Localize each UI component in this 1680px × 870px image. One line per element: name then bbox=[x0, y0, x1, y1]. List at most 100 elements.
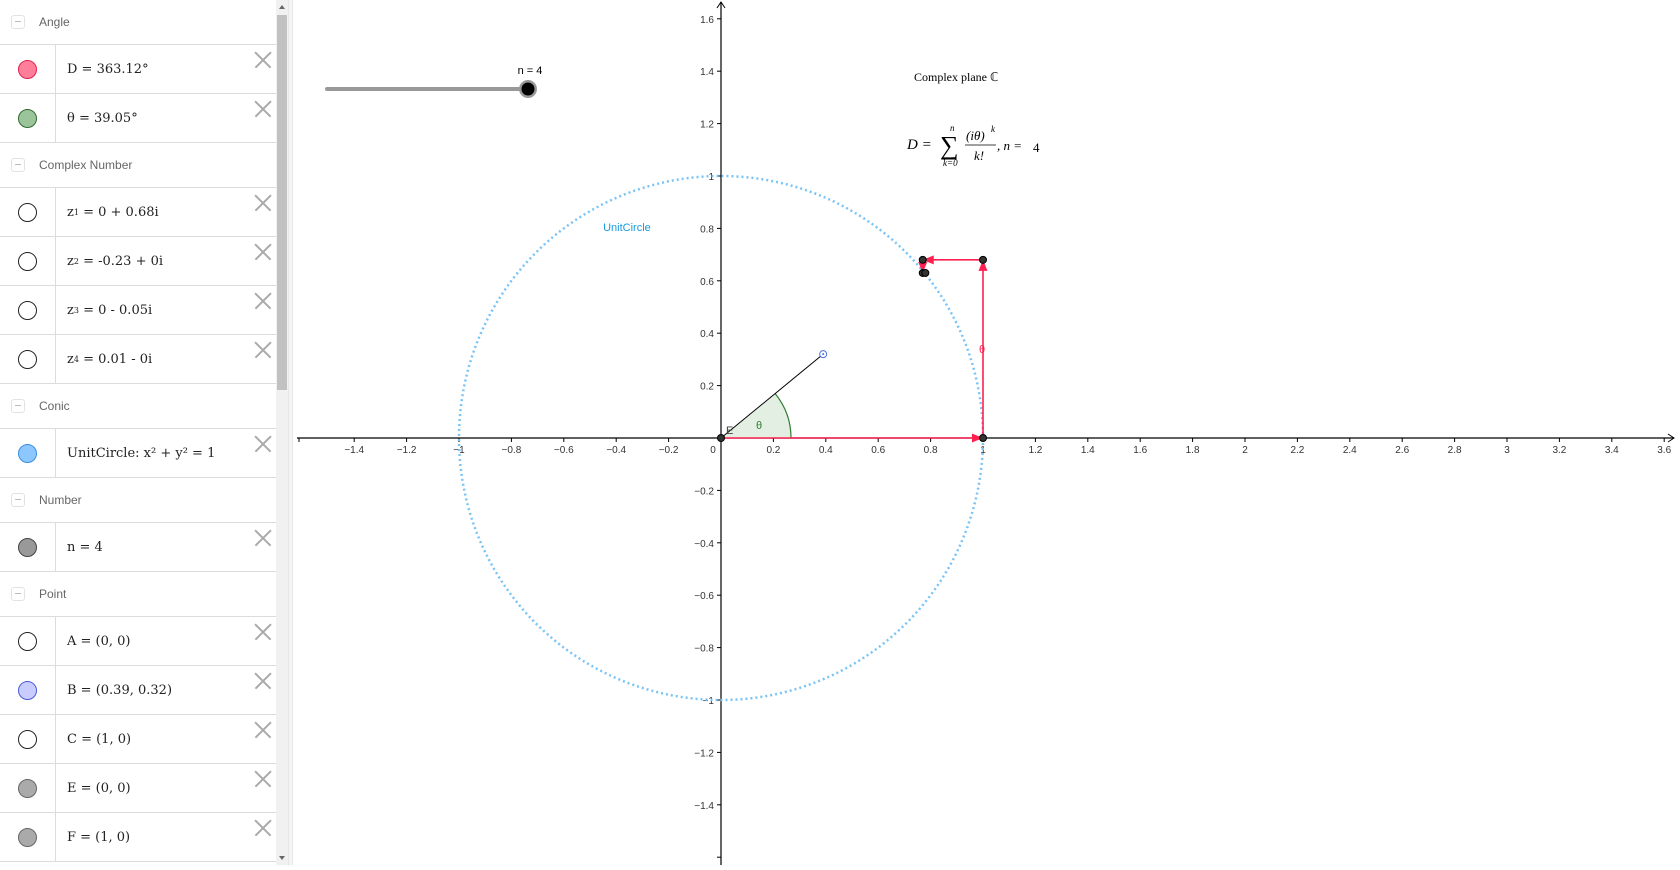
point-z2-end[interactable] bbox=[918, 255, 927, 264]
algebra-item-n[interactable]: n = 4 bbox=[0, 523, 276, 572]
algebra-definition[interactable]: A = (0, 0) bbox=[67, 617, 131, 665]
visibility-marble-icon[interactable] bbox=[18, 300, 37, 320]
algebra-definition[interactable]: z4 = 0.01 - 0i bbox=[67, 335, 152, 383]
delete-icon[interactable] bbox=[254, 243, 272, 261]
algebra-item-A[interactable]: A = (0, 0) bbox=[0, 617, 276, 666]
point-D[interactable] bbox=[921, 268, 930, 277]
visibility-marble-icon[interactable] bbox=[18, 202, 37, 222]
visibility-marble-icon[interactable] bbox=[18, 108, 37, 128]
delete-icon[interactable] bbox=[254, 672, 272, 690]
delete-icon[interactable] bbox=[254, 435, 272, 453]
collapse-toggle-icon[interactable] bbox=[11, 587, 25, 601]
x-tick-label: 3 bbox=[1504, 445, 1510, 456]
algebra-item-unitcircle[interactable]: UnitCircle: x² + y² = 1 bbox=[0, 429, 276, 478]
slider-knob[interactable] bbox=[521, 82, 535, 96]
delete-icon[interactable] bbox=[254, 529, 272, 547]
point-C[interactable] bbox=[979, 434, 987, 442]
delete-icon[interactable] bbox=[254, 770, 272, 788]
algebra-definition[interactable]: θ = 39.05° bbox=[67, 94, 138, 142]
visibility-toggle[interactable] bbox=[0, 335, 56, 383]
algebra-item-E[interactable]: E = (0, 0) bbox=[0, 764, 276, 813]
collapse-toggle-icon[interactable] bbox=[11, 15, 25, 29]
delete-icon[interactable] bbox=[254, 194, 272, 212]
x-tick-label: 1.8 bbox=[1186, 445, 1200, 456]
visibility-marble-icon[interactable] bbox=[18, 443, 37, 463]
visibility-marble-icon[interactable] bbox=[18, 680, 37, 700]
x-tick-label: 1.4 bbox=[1081, 445, 1095, 456]
group-header-conic: Conic bbox=[0, 384, 276, 429]
algebra-item-z3[interactable]: z3 = 0 - 0.05i bbox=[0, 286, 276, 335]
algebra-definition[interactable]: E = (0, 0) bbox=[67, 764, 131, 812]
visibility-marble-icon[interactable] bbox=[18, 729, 37, 749]
x-tick-label: 0.2 bbox=[766, 445, 780, 456]
visibility-toggle[interactable] bbox=[0, 523, 56, 571]
algebra-definition[interactable]: n = 4 bbox=[67, 523, 103, 571]
point-A[interactable] bbox=[717, 434, 725, 442]
algebra-item-C[interactable]: C = (1, 0) bbox=[0, 715, 276, 764]
algebra-definition[interactable]: z2 = -0.23 + 0i bbox=[67, 237, 163, 285]
y-tick-label: −0.2 bbox=[694, 486, 714, 497]
x-tick-label: 2.2 bbox=[1290, 445, 1304, 456]
visibility-toggle[interactable] bbox=[0, 237, 56, 285]
algebra-view: Angle D = 363.12° θ = 39.05° Complex Number… bbox=[0, 0, 276, 865]
scroll-down-arrow-icon[interactable] bbox=[276, 851, 288, 865]
visibility-toggle[interactable] bbox=[0, 94, 56, 142]
algebra-definition[interactable]: C = (1, 0) bbox=[67, 715, 131, 763]
algebra-item-z1[interactable]: z1 = 0 + 0.68i bbox=[0, 188, 276, 237]
visibility-marble-icon[interactable] bbox=[18, 537, 37, 557]
visibility-toggle[interactable] bbox=[0, 764, 56, 812]
algebra-item-B[interactable]: B = (0.39, 0.32) bbox=[0, 666, 276, 715]
visibility-toggle[interactable] bbox=[0, 429, 56, 477]
x-tick-label: −1.4 bbox=[344, 445, 364, 456]
x-tick-label: −0.4 bbox=[606, 445, 626, 456]
visibility-marble-icon[interactable] bbox=[18, 59, 37, 79]
algebra-scrollbar[interactable] bbox=[276, 0, 288, 865]
visibility-toggle[interactable] bbox=[0, 715, 56, 763]
x-tick-label: −0.2 bbox=[659, 445, 679, 456]
point-z1-end[interactable] bbox=[979, 255, 987, 264]
algebra-definition[interactable]: UnitCircle: x² + y² = 1 bbox=[67, 429, 215, 477]
algebra-item-z4[interactable]: z4 = 0.01 - 0i bbox=[0, 335, 276, 384]
visibility-toggle[interactable] bbox=[0, 286, 56, 334]
delete-icon[interactable] bbox=[254, 100, 272, 118]
delete-icon[interactable] bbox=[254, 51, 272, 69]
slider-label: n = 4 bbox=[518, 65, 543, 77]
graphics-view[interactable]: −1.4 −1.2 −1 −0.8 −0.6 −0.4 −0.2 0.2 0.4 0.6 0.8 1 1… bbox=[293, 0, 1680, 865]
x-tick-label: 3.2 bbox=[1552, 445, 1566, 456]
definition-value: B = (0.39, 0.32) bbox=[67, 682, 173, 698]
collapse-toggle-icon[interactable] bbox=[11, 158, 25, 172]
n-slider[interactable]: n = 4 bbox=[325, 65, 543, 98]
visibility-marble-icon[interactable] bbox=[18, 827, 37, 847]
algebra-item-theta[interactable]: θ = 39.05° bbox=[0, 94, 276, 143]
algebra-item-z2[interactable]: z2 = -0.23 + 0i bbox=[0, 237, 276, 286]
visibility-marble-icon[interactable] bbox=[18, 631, 37, 651]
algebra-item-F[interactable]: F = (1, 0) bbox=[0, 813, 276, 862]
visibility-marble-icon[interactable] bbox=[18, 251, 37, 271]
algebra-item-D[interactable]: D = 363.12° bbox=[0, 45, 276, 94]
definition-value: = 0 - 0.05i bbox=[78, 302, 153, 318]
delete-icon[interactable] bbox=[254, 341, 272, 359]
y-tick-label: 0.4 bbox=[700, 329, 714, 340]
visibility-toggle[interactable] bbox=[0, 666, 56, 714]
visibility-toggle[interactable] bbox=[0, 188, 56, 236]
visibility-toggle[interactable] bbox=[0, 617, 56, 665]
delete-icon[interactable] bbox=[254, 721, 272, 739]
algebra-definition[interactable]: D = 363.12° bbox=[67, 45, 149, 93]
definition-value: C = (1, 0) bbox=[67, 731, 132, 747]
algebra-definition[interactable]: z1 = 0 + 0.68i bbox=[67, 188, 159, 236]
delete-icon[interactable] bbox=[254, 292, 272, 310]
collapse-toggle-icon[interactable] bbox=[11, 399, 25, 413]
scroll-up-arrow-icon[interactable] bbox=[276, 0, 288, 14]
algebra-definition[interactable]: B = (0.39, 0.32) bbox=[67, 666, 172, 714]
scroll-thumb[interactable] bbox=[277, 15, 287, 390]
x-tick-label: 0.4 bbox=[819, 445, 833, 456]
delete-icon[interactable] bbox=[254, 819, 272, 837]
visibility-toggle[interactable] bbox=[0, 45, 56, 93]
visibility-toggle[interactable] bbox=[0, 813, 56, 861]
algebra-definition[interactable]: z3 = 0 - 0.05i bbox=[67, 286, 152, 334]
collapse-toggle-icon[interactable] bbox=[11, 493, 25, 507]
algebra-definition[interactable]: F = (1, 0) bbox=[67, 813, 130, 861]
visibility-marble-icon[interactable] bbox=[18, 349, 37, 369]
delete-icon[interactable] bbox=[254, 623, 272, 641]
visibility-marble-icon[interactable] bbox=[18, 778, 37, 798]
